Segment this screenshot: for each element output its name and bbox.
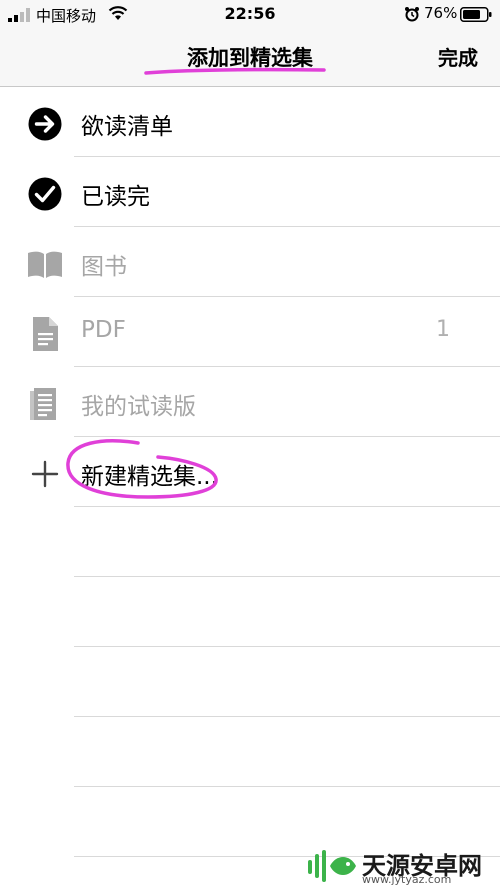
collection-row-want-to-read[interactable]: 欲读清单 [0,87,500,157]
item-count: 1 [436,317,450,342]
battery-percent: 76% [424,4,458,22]
watermark: 天源安卓网 www.jytyaz.com [306,846,496,886]
collection-row-books: 图书 [0,227,500,297]
collection-row-pdf: PDF 1 [0,297,500,367]
collection-label: 欲读清单 [81,114,173,140]
arrow-circle-icon [28,107,62,141]
collection-label: 已读完 [81,184,150,210]
checkmark-circle-icon [28,177,62,211]
alarm-icon [405,7,419,22]
collection-label: PDF [81,317,126,343]
done-button[interactable]: 完成 [438,42,478,71]
empty-row [0,717,500,787]
title-underline-annotation [144,67,326,75]
book-icon [28,251,62,278]
collection-label: 图书 [81,254,127,280]
empty-row [0,647,500,717]
document-icon [33,317,58,351]
collection-row-finished[interactable]: 已读完 [0,157,500,227]
battery-icon [460,7,492,22]
sample-icon [30,388,56,420]
watermark-logo-icon [308,850,356,882]
collection-row-samples: 我的试读版 [0,367,500,437]
status-bar: 中国移动 22:56 76% [0,0,500,28]
watermark-url: www.jytyaz.com [362,873,452,886]
empty-row [0,507,500,577]
collection-label: 我的试读版 [81,394,196,420]
plus-icon [31,460,59,488]
nav-bar: 添加到精选集 完成 [0,28,500,87]
new-collection-circle-annotation [66,439,218,499]
empty-row [0,577,500,647]
